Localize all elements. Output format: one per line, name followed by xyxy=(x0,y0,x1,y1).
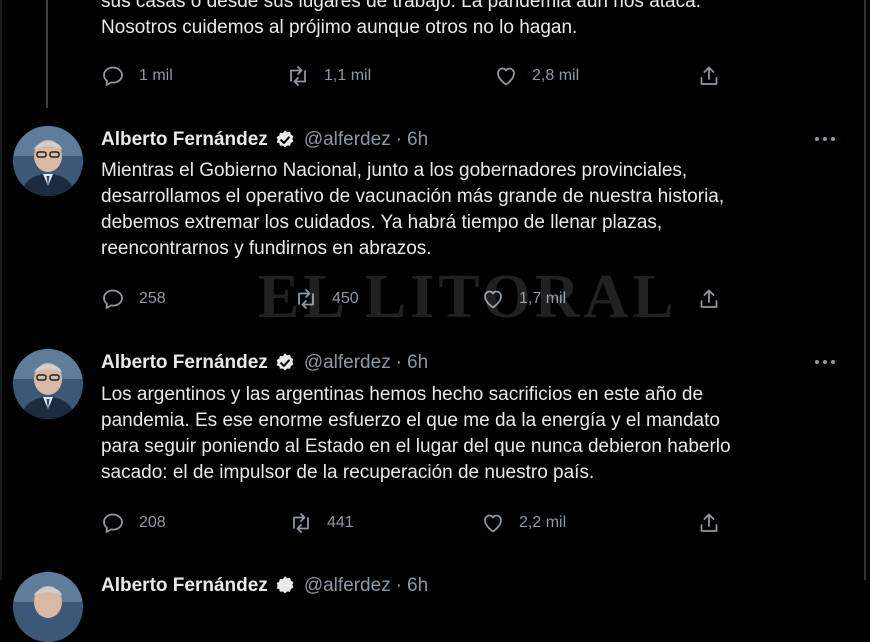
share-icon xyxy=(700,513,718,532)
reply-button[interactable]: 1 mil xyxy=(101,61,173,91)
retweet-button[interactable]: 450 xyxy=(294,284,359,314)
author-name[interactable]: Alberto Fernández xyxy=(101,352,268,374)
timestamp[interactable]: 6h xyxy=(407,575,428,597)
share-icon xyxy=(700,66,718,85)
separator: · xyxy=(395,575,403,596)
reply-count: 1 mil xyxy=(139,67,173,84)
tweet-text-line: sus casas o desde sus lugares de trabajo… xyxy=(101,0,701,12)
more-options-icon xyxy=(831,360,835,364)
previous-tweet-actions: 1 mil 1,1 mil 2,8 mil xyxy=(101,61,741,91)
reply-button[interactable]: 208 xyxy=(101,508,166,538)
more-options-icon xyxy=(831,137,835,141)
reply-icon xyxy=(103,289,123,309)
reply-icon xyxy=(103,66,123,86)
avatar[interactable] xyxy=(13,572,83,642)
author-handle[interactable]: @alferdez xyxy=(304,575,391,597)
tweet-text-line: para seguir poniendo al Estado en el lug… xyxy=(101,436,731,457)
tweet-text-line: Los argentinos y las argentinas hemos he… xyxy=(101,384,704,405)
retweet-button[interactable]: 441 xyxy=(289,508,354,538)
author-handle[interactable]: @alferdez xyxy=(304,129,391,151)
retweet-count: 1,1 mil xyxy=(324,67,372,84)
reply-count: 258 xyxy=(139,290,166,307)
timestamp[interactable]: 6h xyxy=(407,129,428,151)
avatar-photo xyxy=(13,572,83,642)
avatar-photo xyxy=(13,126,83,196)
retweet-icon xyxy=(293,513,309,533)
tweet-header: Alberto Fernández @alferdez · 6h xyxy=(101,573,428,599)
verified-badge-icon xyxy=(276,576,294,594)
separator: · xyxy=(395,352,403,373)
retweet-count: 450 xyxy=(332,290,359,307)
thread-line xyxy=(46,0,48,108)
like-icon xyxy=(484,290,502,309)
like-button[interactable]: 2,2 mil xyxy=(481,508,566,538)
retweet-count: 441 xyxy=(327,514,354,531)
tweet-text-line: reencontrarnos y fundirnos en abrazos. xyxy=(101,238,432,259)
like-button[interactable]: 1,7 mil xyxy=(481,284,566,314)
more-options-icon xyxy=(815,137,819,141)
tweet-header: Alberto Fernández @alferdez · 6h xyxy=(101,127,428,153)
share-button[interactable] xyxy=(697,61,721,91)
like-count: 1,7 mil xyxy=(519,290,567,307)
separator: · xyxy=(395,129,403,150)
more-options-icon xyxy=(815,360,819,364)
like-icon xyxy=(484,514,502,533)
like-count: 2,8 mil xyxy=(532,67,580,84)
retweet-icon xyxy=(290,66,306,86)
more-options-button[interactable] xyxy=(815,131,841,147)
author-name[interactable]: Alberto Fernández xyxy=(101,129,268,151)
retweet-icon xyxy=(298,289,314,309)
tweet-text-line: Nosotros cuidemos al prójimo aunque otro… xyxy=(101,17,578,38)
share-button[interactable] xyxy=(697,284,721,314)
tweet-actions: 208 441 2,2 mil xyxy=(101,508,741,538)
verified-badge-icon xyxy=(276,130,294,148)
tweet-text-line: desarrollamos el operativo de vacunación… xyxy=(101,186,725,207)
reply-count: 208 xyxy=(139,514,166,531)
tweet-text: Mientras el Gobierno Nacional, junto a l… xyxy=(101,158,841,262)
reply-button[interactable]: 258 xyxy=(101,284,166,314)
right-border xyxy=(864,0,866,580)
tweet-text-line: pandemia. Es ese enorme esfuerzo el que … xyxy=(101,410,720,431)
tweet-text-line: Mientras el Gobierno Nacional, junto a l… xyxy=(101,160,688,181)
share-icon xyxy=(700,289,718,308)
more-options-button[interactable] xyxy=(815,354,841,370)
more-options-icon xyxy=(823,137,827,141)
avatar[interactable] xyxy=(13,126,83,196)
like-count: 2,2 mil xyxy=(519,514,567,531)
tweet-text-line: debemos extremar los cuidados. Ya habrá … xyxy=(101,212,663,233)
avatar-photo xyxy=(13,349,83,419)
avatar[interactable] xyxy=(13,349,83,419)
tweet-header: Alberto Fernández @alferdez · 6h xyxy=(101,350,428,376)
more-options-icon xyxy=(823,360,827,364)
retweet-button[interactable]: 1,1 mil xyxy=(286,61,371,91)
author-name[interactable]: Alberto Fernández xyxy=(101,575,268,597)
left-border xyxy=(0,0,2,580)
like-button[interactable]: 2,8 mil xyxy=(494,61,579,91)
like-icon xyxy=(497,67,515,86)
timestamp[interactable]: 6h xyxy=(407,352,428,374)
tweet-text-line: sacado: el de impulsor de la recuperació… xyxy=(101,462,595,483)
author-handle[interactable]: @alferdez xyxy=(304,352,391,374)
tweet-text: Los argentinos y las argentinas hemos he… xyxy=(101,382,841,486)
previous-tweet-text: sus casas o desde sus lugares de trabajo… xyxy=(101,0,841,41)
tweet-actions: 258 450 1,7 mil xyxy=(101,284,741,314)
verified-badge-icon xyxy=(276,353,294,371)
reply-icon xyxy=(103,513,123,533)
share-button[interactable] xyxy=(697,508,721,538)
